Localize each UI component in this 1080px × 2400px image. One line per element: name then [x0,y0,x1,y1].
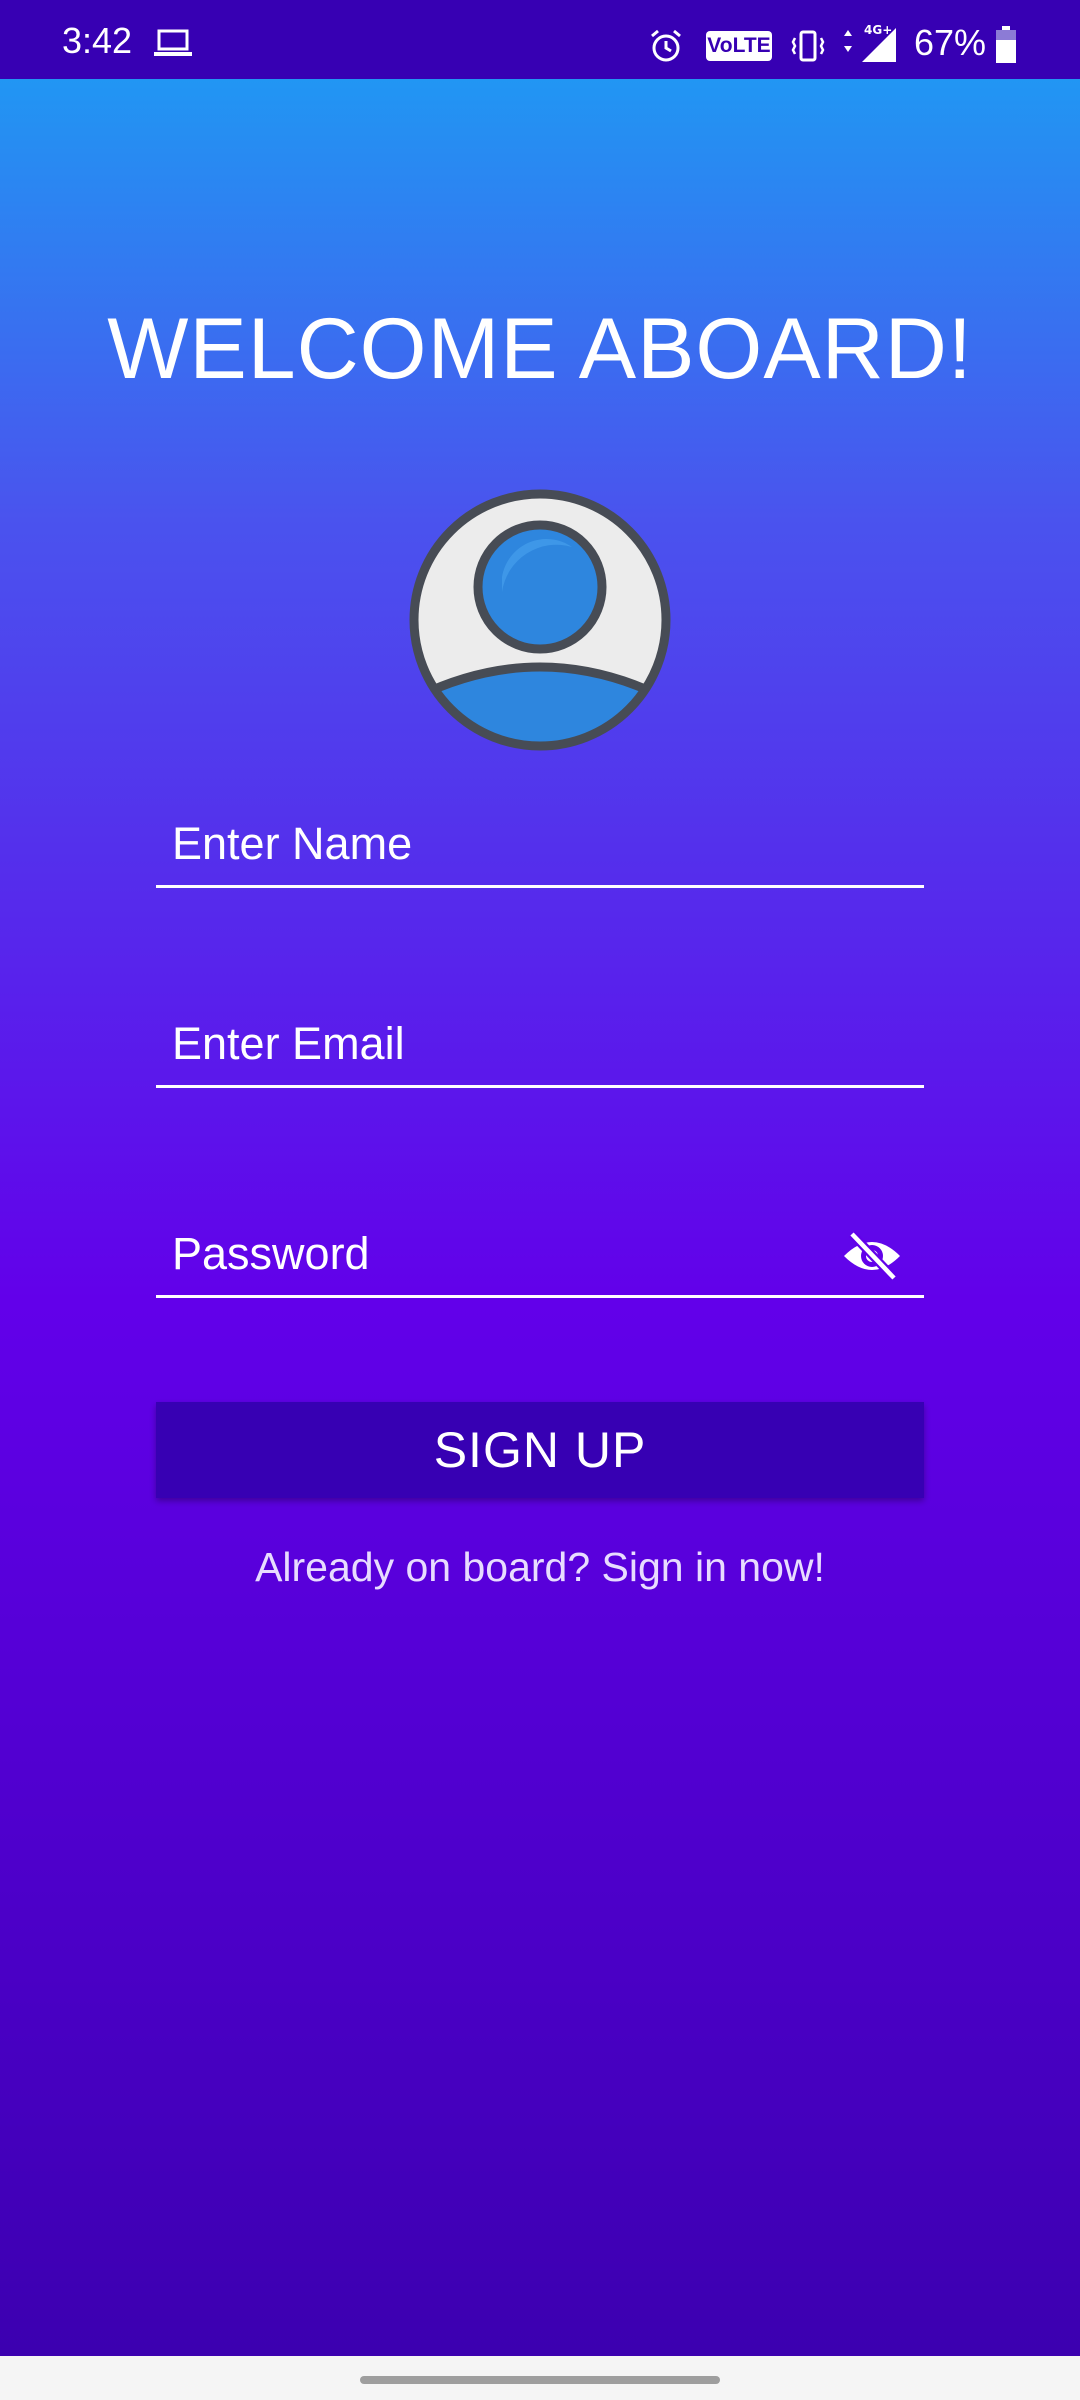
signup-button[interactable]: SIGN UP [156,1402,924,1498]
status-time: 3:42 [62,20,133,61]
email-field[interactable] [156,1008,924,1088]
welcome-title: WELCOME ABOARD! [107,301,973,397]
password-input[interactable] [156,1218,832,1290]
alarm-icon [651,29,681,62]
eye-off-icon[interactable] [842,1230,902,1282]
vibrate-icon [791,30,825,62]
laptop-icon [154,29,192,56]
navigation-bar [0,2356,1080,2400]
signup-screen: 3:42 VoLTE 4G+ 67% WELCOME ABOARD! Enter… [0,0,1080,2400]
user-avatar-icon[interactable] [407,487,673,753]
password-field[interactable] [156,1218,924,1298]
signin-link[interactable]: Already on board? Sign in now! [0,1544,1080,1591]
name-input[interactable] [156,808,832,880]
name-field[interactable] [156,808,924,888]
battery-icon [996,26,1016,63]
volte-label: VoLTE [707,34,771,57]
network-label: 4G+ [864,23,892,37]
status-bar: 3:42 VoLTE 4G+ 67% [0,0,1080,79]
email-input[interactable] [156,1008,832,1080]
4g-signal-icon: 4G+ [844,23,896,62]
battery-percent: 67% [914,22,987,63]
volte-icon: VoLTE [706,31,772,61]
home-gesture-handle[interactable] [360,2376,720,2384]
